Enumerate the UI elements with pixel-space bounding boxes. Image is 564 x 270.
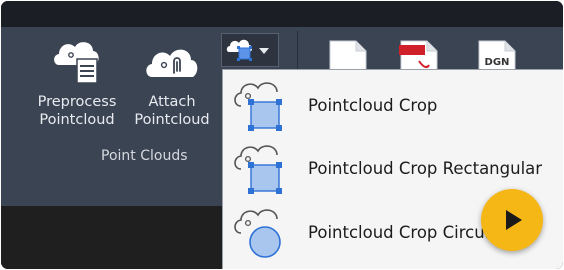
ribbon-top-strip: [1, 1, 563, 27]
preprocess-label-line2: Pointcloud: [39, 112, 115, 128]
app-frame: Preprocess Pointcloud Attach Pointcloud …: [1, 1, 563, 269]
attach-label-line2: Pointcloud: [134, 112, 210, 128]
point-clouds-group-label: Point Clouds: [101, 148, 188, 164]
chevron-down-icon[interactable]: [259, 48, 269, 54]
menu-item-label: Pointcloud Crop: [308, 96, 438, 115]
play-button[interactable]: [481, 189, 543, 251]
attach-label-line1: Attach: [148, 94, 196, 110]
menu-item-pointcloud-crop[interactable]: Pointcloud Crop: [223, 74, 563, 136]
preprocess-pointcloud-button[interactable]: Preprocess Pointcloud: [25, 31, 129, 129]
dgn-text: DGN: [485, 57, 510, 68]
crop-rectangle-icon: [234, 145, 282, 194]
pointcloud-crop-split-button[interactable]: [221, 33, 279, 67]
crop-polygon-icon: [234, 82, 282, 131]
preprocess-label-line1: Preprocess: [37, 94, 117, 110]
menu-item-label: Pointcloud Crop Rectangular: [308, 159, 543, 178]
attach-pointcloud-button[interactable]: Attach Pointcloud: [127, 31, 217, 129]
crop-circle-icon: [234, 209, 281, 258]
play-icon: [506, 210, 522, 230]
cloud-document-icon: [54, 42, 99, 84]
pointcloud-crop-icon: [226, 39, 252, 61]
menu-item-label: Pointcloud Crop Circular: [308, 223, 507, 242]
cloud-attach-icon: [146, 49, 198, 77]
